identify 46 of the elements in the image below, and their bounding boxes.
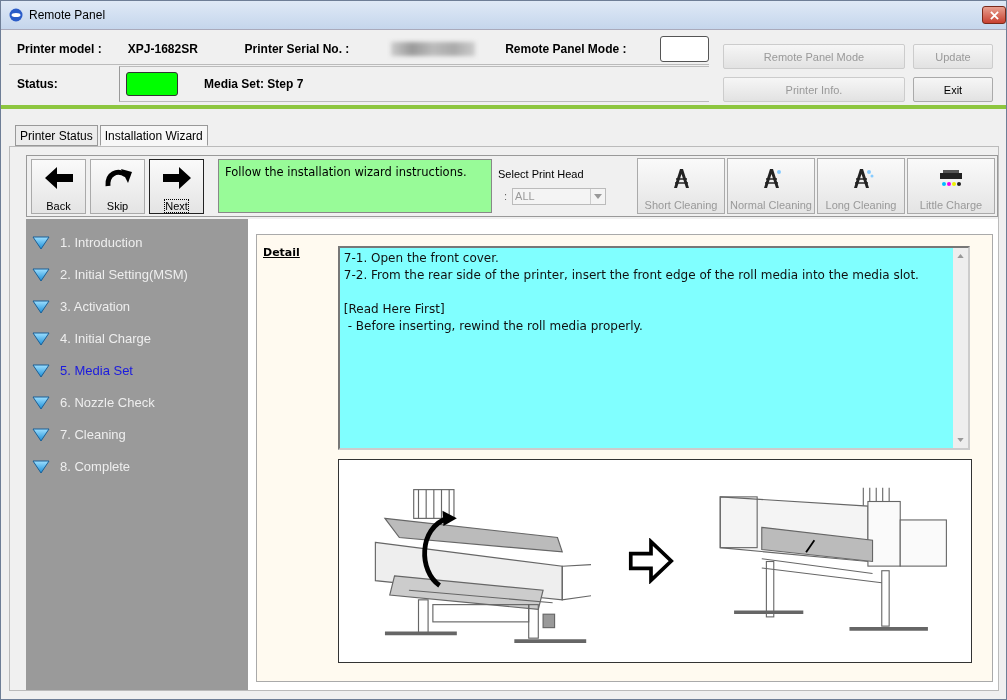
back-button[interactable]: Back [31,158,86,214]
header-button[interactable]: Exit [913,77,993,102]
mode-indicator [659,36,709,62]
next-button[interactable]: Next [149,158,204,214]
scroll-down-icon[interactable] [956,438,964,442]
wizard-step[interactable]: 4. Initial Charge [26,329,248,348]
dropdown-arrow-icon [594,193,603,199]
triangle-icon [32,299,50,314]
close-icon [989,10,999,20]
tab[interactable]: Printer Status [15,125,98,146]
print-head-icon [937,167,965,189]
right-arrow-icon [161,165,192,190]
triangle-icon [32,459,50,474]
instructions-text-area[interactable]: 7-1. Open the front cover. 7-2. From the rear side of the printer, insert the front edge of the roll media into the media slot. [Read Here First] - Before inserting, rewind the roll media properly. [337,246,970,450]
triangle-icon [32,235,50,250]
colon-label: : [504,190,508,202]
status-text: Media Set: Step 7 [204,77,304,91]
field-label: Printer Serial No. : [244,42,351,56]
field-label: Status: [17,77,59,91]
wizard-step[interactable]: 2. Initial Setting(MSM) [26,265,248,284]
window-title: Remote Panel [29,8,107,22]
wizard-step[interactable]: 1. Introduction [26,233,248,252]
wizard-step[interactable]: 3. Activation [26,297,248,316]
wizard-step[interactable]: 6. Nozzle Check [26,393,248,412]
wizard-step[interactable]: 8. Complete [26,457,248,476]
wizard-step[interactable]: 7. Cleaning [26,425,248,444]
field-label: Printer model : [17,42,103,56]
app-logo-icon [9,8,23,22]
wizard-step[interactable]: 5. Media Set [26,361,248,380]
left-arrow-icon [43,165,74,190]
triangle-icon [32,395,50,410]
instruction-message: Follow the installation wizard instructions. [218,159,492,213]
close-button[interactable] [982,6,1006,24]
detail-label: Detail [263,246,300,261]
scrollbar[interactable] [952,248,968,448]
triangle-icon [32,331,50,346]
print-head-label: Select Print Head [498,167,585,180]
triangle-icon [32,267,50,282]
printer-model-value: XPJ-1682SR [127,42,199,56]
triangle-icon [32,363,50,378]
triangle-icon [32,427,50,442]
skip-button[interactable]: Skip [90,158,145,214]
tab[interactable]: Installation Wizard [99,125,208,146]
right-arrow-icon [627,538,674,584]
scroll-up-icon[interactable] [956,254,964,258]
field-label: Remote Panel Mode : [505,42,628,56]
